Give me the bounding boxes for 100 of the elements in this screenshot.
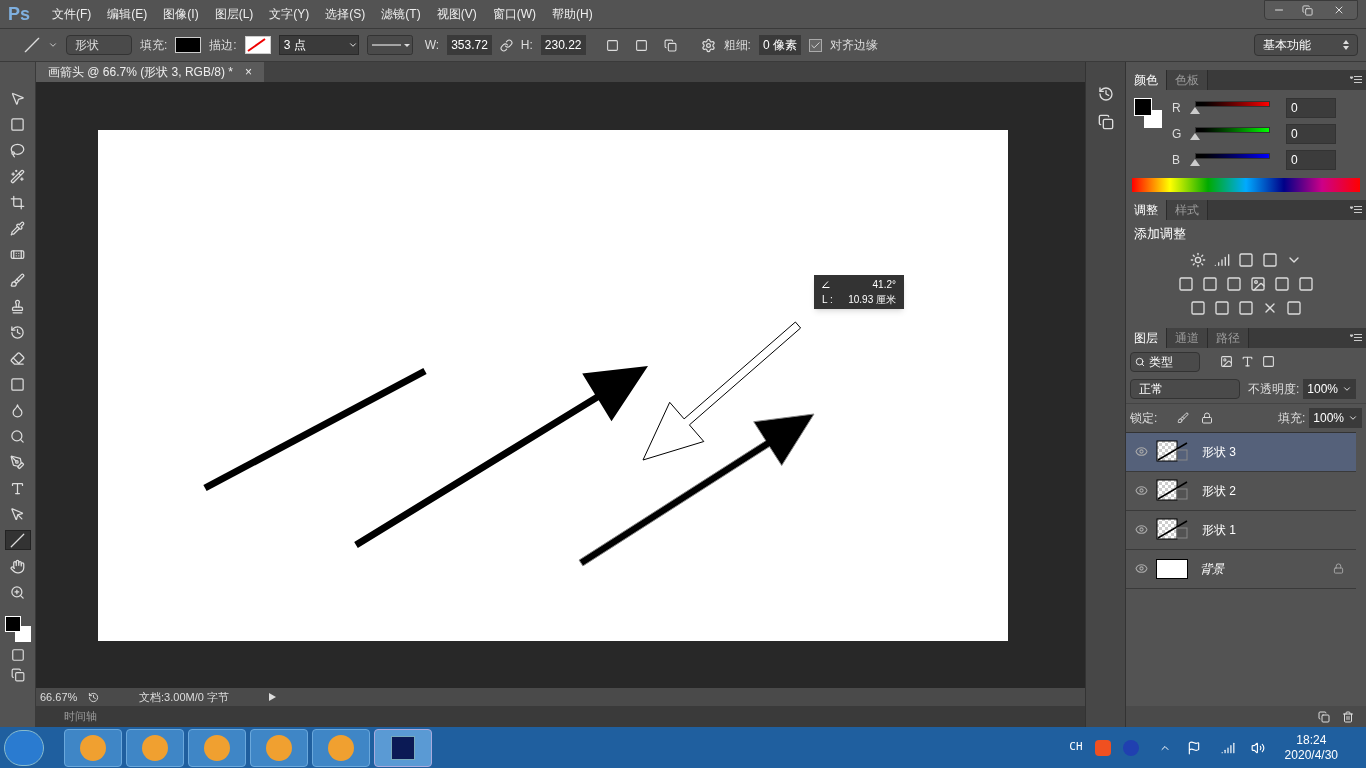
document-info: 文档:3.00M/0 字节: [138, 689, 230, 705]
status-icon[interactable]: [88, 691, 99, 703]
search-icon: [1135, 356, 1145, 367]
menu-item[interactable]: 帮助(H): [544, 5, 601, 23]
slider-thumb[interactable]: [1190, 159, 1200, 166]
panel-tab[interactable]: 通道: [1167, 327, 1208, 348]
panel-tab[interactable]: 调整: [1126, 200, 1167, 220]
caret-icon: [347, 40, 358, 50]
panel-tab[interactable]: 色板: [1167, 70, 1208, 90]
trash-icon[interactable]: [1342, 710, 1354, 723]
photo-filter-icon[interactable]: [1250, 275, 1266, 292]
panel-tab[interactable]: 图层: [1126, 327, 1167, 348]
history-panel-icon[interactable]: [1097, 86, 1114, 102]
layer-name: 形状 3: [1202, 443, 1236, 461]
no-stroke-swatch[interactable]: [244, 36, 271, 54]
blend-mode-dropdown[interactable]: 正常: [1130, 379, 1240, 399]
menu-item[interactable]: 图层(L): [206, 5, 262, 23]
panel-title: 添加调整: [1134, 225, 1187, 243]
stroke-style-dropdown[interactable]: [366, 35, 413, 55]
slider-thumb[interactable]: [1190, 107, 1200, 114]
panel-menu-icon[interactable]: [1350, 76, 1362, 84]
menu-item[interactable]: 视图(V): [428, 5, 485, 23]
color-swatches[interactable]: [4, 616, 31, 642]
fill-label: 填充:: [1277, 409, 1306, 427]
weight-field[interactable]: 0 像素: [758, 35, 801, 55]
play-icon[interactable]: [269, 693, 276, 701]
channel-label: R: [1172, 100, 1182, 117]
channel-value-field[interactable]: 0: [1286, 98, 1336, 118]
channel-value-field[interactable]: 0: [1286, 150, 1336, 170]
layer-thumbnail: [1156, 517, 1190, 542]
slider-track[interactable]: [1195, 153, 1270, 159]
slider-thumb[interactable]: [1190, 133, 1200, 140]
photoshop-taskbar-icon[interactable]: [374, 728, 432, 767]
zoom-level: 66.67%: [39, 689, 79, 705]
link-icon[interactable]: [499, 38, 513, 52]
stroke-width-field[interactable]: 3 点: [278, 35, 359, 55]
visibility-icon[interactable]: [1134, 445, 1148, 458]
app-logo: Ps: [7, 2, 32, 26]
language-indicator[interactable]: CH: [1069, 739, 1083, 756]
levels-icon[interactable]: [1214, 251, 1230, 268]
lock-pixels-icon[interactable]: [1177, 411, 1190, 424]
menu-item[interactable]: 文字(Y): [261, 5, 318, 23]
type-filter-icon[interactable]: [1241, 355, 1254, 368]
height-field[interactable]: 230.22: [540, 35, 586, 55]
document-tab[interactable]: 画箭头 @ 66.7% (形状 3, RGB/8) * ×: [36, 62, 264, 82]
shape-mode-dropdown[interactable]: 形状: [66, 35, 132, 55]
clock-time[interactable]: 18:24: [1296, 732, 1327, 748]
pixel-filter-icon[interactable]: [1220, 355, 1233, 368]
caret-icon[interactable]: [48, 40, 58, 50]
fill-color-swatch[interactable]: [175, 37, 202, 53]
length-value: 10.93 厘米: [848, 293, 896, 307]
color-swatches[interactable]: [1134, 98, 1164, 130]
menu-item[interactable]: 图像(I): [155, 5, 207, 23]
settings-icon[interactable]: [700, 37, 716, 53]
start-button[interactable]: [4, 729, 44, 766]
layer-thumbnail: [1156, 478, 1190, 503]
lock-all-icon[interactable]: [1201, 411, 1214, 424]
opacity-field[interactable]: 100%: [1303, 379, 1357, 399]
visibility-icon[interactable]: [1134, 523, 1148, 536]
angle-value: 41.2°: [872, 278, 896, 292]
workspace-dropdown[interactable]: 基本功能: [1254, 34, 1358, 56]
layer-name: 形状 2: [1202, 482, 1236, 500]
close-tab-icon[interactable]: ×: [244, 63, 252, 81]
flag-icon[interactable]: [1186, 740, 1201, 755]
panel-tab[interactable]: 颜色: [1126, 70, 1167, 90]
menu-item[interactable]: 编辑(E): [99, 5, 156, 23]
channel-label: G: [1172, 126, 1182, 143]
shape-filter-icon[interactable]: [1262, 355, 1275, 368]
color-spectrum[interactable]: [1132, 178, 1360, 192]
menu-item[interactable]: 窗口(W): [484, 5, 544, 23]
menu-item[interactable]: 选择(S): [317, 5, 374, 23]
visibility-icon[interactable]: [1134, 562, 1148, 575]
panel-menu-icon[interactable]: [1350, 206, 1362, 214]
brightness-icon[interactable]: [1190, 251, 1206, 268]
filter-dropdown[interactable]: 类型: [1130, 351, 1200, 372]
align-edges-checkbox[interactable]: [808, 38, 822, 52]
panel-menu-icon[interactable]: [1350, 333, 1362, 342]
close-icon: [1333, 4, 1345, 16]
stroke-label: 描边:: [209, 37, 237, 54]
line-tool-icon[interactable]: [4, 530, 31, 550]
timeline-tab[interactable]: 时间轴: [56, 708, 105, 725]
slider-track[interactable]: [1195, 127, 1270, 133]
network-icon[interactable]: [1220, 740, 1235, 755]
layer-row[interactable]: 形状 3: [1126, 432, 1356, 472]
menu-item[interactable]: 文件(F): [44, 5, 100, 23]
layer-name: 背景: [1200, 560, 1224, 578]
volume-icon[interactable]: [1250, 740, 1265, 755]
width-field[interactable]: 353.72: [447, 35, 492, 55]
slider-track[interactable]: [1195, 101, 1270, 107]
angle-icon: [822, 281, 830, 288]
clock-date[interactable]: 2020/4/30: [1284, 747, 1338, 763]
menu-item[interactable]: 滤镜(T): [373, 5, 429, 23]
opacity-label: 不透明度:: [1248, 381, 1300, 398]
split-square-icon[interactable]: [1226, 275, 1242, 292]
height-label: H:: [520, 37, 533, 54]
fill-field[interactable]: 100%: [1309, 407, 1362, 428]
channel-value-field[interactable]: 0: [1286, 124, 1336, 144]
panel-tab[interactable]: 路径: [1208, 327, 1249, 348]
visibility-icon[interactable]: [1134, 484, 1148, 497]
panel-tab[interactable]: 样式: [1167, 200, 1208, 220]
